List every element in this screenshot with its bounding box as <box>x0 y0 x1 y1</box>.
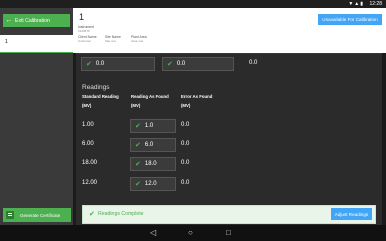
found-reading-field[interactable]: ✔ 12.0 <box>130 177 176 191</box>
standard-reading: 1.00 <box>82 122 94 128</box>
top-value-c: 0.0 <box>249 60 258 66</box>
plant-value: Area one <box>131 39 144 43</box>
found-reading: 1.0 <box>144 123 154 129</box>
home-icon[interactable]: ○ <box>188 228 193 237</box>
readings-title: Readings <box>82 84 110 91</box>
check-icon: ✔ <box>167 61 173 68</box>
instrument-header: 1 Unavailable For Calibration Instrument… <box>73 8 386 53</box>
status-bar: ▼▲▮ 12:28 <box>0 0 386 8</box>
sidebar: ← Exit Calibration 1 Generate Certificat… <box>0 8 73 225</box>
found-reading-field[interactable]: ✔ 1.0 <box>130 119 176 133</box>
col-error-unit: (MV) <box>181 103 191 108</box>
error-as-found: 0.0 <box>181 141 190 147</box>
check-icon: ✔ <box>135 161 141 168</box>
check-icon: ✔ <box>89 211 95 218</box>
sidebar-item-label: 1 <box>5 39 8 45</box>
page-title: 1 <box>79 12 85 22</box>
client-value: Customer <box>78 39 92 43</box>
recent-apps-icon[interactable]: □ <box>226 228 231 237</box>
error-as-found: 0.0 <box>181 122 190 128</box>
exit-calibration-button[interactable]: ← Exit Calibration <box>3 14 70 27</box>
adjust-readings-label: Adjust Readings <box>334 211 369 217</box>
readings-complete-text: Readings Complete <box>98 211 144 217</box>
android-nav-bar: ◁ ○ □ <box>0 225 386 241</box>
standard-reading: 18.00 <box>82 160 98 166</box>
readings-complete-bar: ✔ Readings Complete Adjust Readings <box>82 205 376 224</box>
check-icon: ✔ <box>135 142 141 149</box>
back-icon[interactable]: ◁ <box>150 228 156 237</box>
check-icon: ✔ <box>135 181 141 188</box>
col-found-header: Reading As Found <box>131 94 169 99</box>
top-value-a-field[interactable]: ✔ 0.0 <box>81 57 155 71</box>
status-icons: ▼▲▮ <box>348 1 364 7</box>
found-reading-field[interactable]: ✔ 6.0 <box>130 138 176 152</box>
col-standard-header: Standard Reading <box>82 94 119 99</box>
unavailable-label: Unavailable For Calibration <box>322 17 378 22</box>
found-reading: 6.0 <box>144 142 154 148</box>
top-value-b: 0.0 <box>176 61 186 67</box>
arrow-left-icon: ← <box>5 17 13 24</box>
generate-certificate-button[interactable]: Generate Certificate <box>3 208 71 222</box>
standard-reading: 12.00 <box>82 180 98 186</box>
certificate-icon <box>6 211 14 219</box>
unavailable-for-calibration-button[interactable]: Unavailable For Calibration <box>318 14 382 25</box>
site-value: Site one <box>105 39 117 43</box>
check-icon: ✔ <box>135 123 141 130</box>
col-found-unit: (MV) <box>131 103 141 108</box>
sidebar-item-selected[interactable]: 1 <box>0 35 73 53</box>
adjust-readings-button[interactable]: Adjust Readings <box>331 208 372 220</box>
standard-reading: 6.00 <box>82 141 94 147</box>
col-error-header: Error As Found <box>181 94 213 99</box>
check-icon: ✔ <box>86 61 92 68</box>
instrument-value: 1234576 <box>78 29 90 33</box>
calibration-content: ✔ 0.0 ✔ 0.0 0.0 Readings Standard Readin… <box>76 53 382 226</box>
col-standard-unit: (MV) <box>82 103 92 108</box>
found-reading: 18.0 <box>144 161 157 167</box>
top-value-a: 0.0 <box>95 61 105 67</box>
top-value-b-field[interactable]: ✔ 0.0 <box>162 57 234 71</box>
error-as-found: 0.0 <box>181 180 190 186</box>
found-reading: 12.0 <box>144 181 157 187</box>
found-reading-field[interactable]: ✔ 18.0 <box>130 157 176 171</box>
status-time: 12:28 <box>369 1 382 7</box>
error-as-found: 0.0 <box>181 160 190 166</box>
exit-calibration-label: Exit Calibration <box>15 17 50 24</box>
generate-certificate-label: Generate Certificate <box>20 212 61 218</box>
